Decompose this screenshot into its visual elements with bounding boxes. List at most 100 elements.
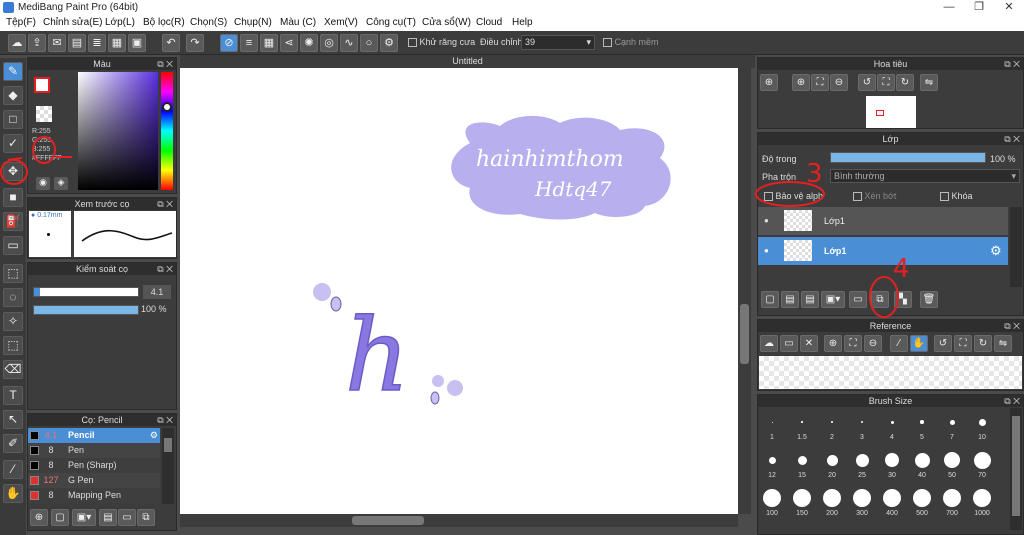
divide-tool-icon[interactable]: ✐ — [3, 434, 23, 453]
page-icon[interactable]: ▣ — [128, 34, 146, 52]
menu-view[interactable]: Xem(V) — [324, 17, 358, 28]
bucket-tool-icon[interactable]: ⛽ — [3, 212, 23, 231]
cloud-icon[interactable]: ☁ — [760, 335, 778, 352]
menu-tools[interactable]: Công cụ(T) — [366, 17, 416, 28]
hue-slider[interactable] — [161, 72, 173, 190]
brush-size-dot[interactable] — [973, 451, 991, 469]
gear-icon[interactable]: ⚙ — [150, 428, 158, 443]
new-layer-icon[interactable]: ▢ — [761, 291, 779, 308]
blend-mode-dropdown[interactable]: Bình thường ▾ — [830, 169, 1020, 183]
rotate-right-icon[interactable]: ↻ — [974, 335, 992, 352]
parallel-snap-icon[interactable]: ≡ — [240, 34, 258, 52]
list-icon[interactable]: ≣ — [88, 34, 106, 52]
brush-size-dot[interactable] — [949, 419, 955, 425]
rotate-left-icon[interactable]: ↺ — [934, 335, 952, 352]
brush-item-pencil[interactable]: 4.1 Pencil ⚙ — [28, 428, 160, 443]
brush-tool-icon[interactable]: ✎ — [3, 62, 23, 81]
grid-doc-icon[interactable]: ▦ — [108, 34, 126, 52]
brush-opacity-slider[interactable] — [33, 305, 139, 315]
new-brush-icon[interactable]: ▢ — [51, 509, 69, 526]
menu-file[interactable]: Tệp(F) — [6, 17, 36, 28]
reference-image-area[interactable] — [759, 356, 1022, 389]
reset-icon[interactable]: ⛶ — [954, 335, 972, 352]
fit-icon[interactable]: ⛶ — [844, 335, 862, 352]
minimize-button[interactable]: — — [934, 0, 964, 15]
brush-size-dot[interactable] — [860, 420, 864, 424]
layer-row[interactable]: ● Lớp1 — [758, 207, 1008, 235]
cloud-icon[interactable]: ☁ — [8, 34, 26, 52]
color-saturation-picker[interactable] — [78, 72, 158, 190]
folder-icon[interactable]: ▭ — [118, 509, 136, 526]
duplicate-layer-icon[interactable]: ⧉ — [871, 291, 889, 308]
navigator-thumbnail[interactable] — [866, 96, 916, 128]
brush-size-slider[interactable] — [33, 287, 139, 297]
lock-checkbox[interactable] — [940, 192, 949, 202]
brush-size-dot[interactable] — [797, 455, 807, 465]
brush-size-dot[interactable] — [768, 456, 776, 464]
brush-item-mapping-pen[interactable]: 8 Mapping Pen — [28, 488, 160, 503]
zoom-in-icon[interactable]: ⊕ — [760, 74, 778, 91]
color-settings-icon[interactable]: ◈ — [54, 177, 68, 190]
brush-size-dot[interactable] — [920, 420, 924, 424]
canvas-horizontal-scrollbar[interactable] — [180, 514, 738, 527]
zoom-in-icon[interactable]: ⊕ — [792, 74, 810, 91]
menu-window[interactable]: Cửa sổ(W) — [422, 17, 471, 28]
brush-item-pen[interactable]: 8 Pen — [28, 443, 160, 458]
brush-size-dot[interactable] — [853, 489, 871, 507]
redo-icon[interactable]: ↷ — [186, 34, 204, 52]
menu-layer[interactable]: Lớp(L) — [105, 17, 135, 28]
brush-size-dot[interactable] — [943, 489, 961, 507]
folder-icon[interactable]: ▭ — [849, 291, 867, 308]
brush-list-scrollbar[interactable] — [162, 428, 174, 504]
text-tool-icon[interactable]: T — [3, 386, 23, 405]
visibility-icon[interactable]: ● — [764, 246, 769, 255]
select-pen-icon[interactable]: ⬚ — [3, 336, 23, 355]
zoom-out-icon[interactable]: ⊖ — [830, 74, 848, 91]
fill-rect-icon[interactable]: ■ — [3, 188, 23, 207]
zoom-in-icon[interactable]: ⊕ — [824, 335, 842, 352]
layer-scrollbar[interactable] — [1010, 207, 1022, 287]
add-layer-menu-icon[interactable]: ▣▾ — [821, 291, 845, 308]
trash-icon[interactable]: 🗑 — [920, 291, 938, 308]
hand-tool-icon[interactable]: ✋ — [3, 484, 23, 503]
gear-icon[interactable]: ⚙ — [380, 34, 398, 52]
open-folder-icon[interactable]: ▭ — [780, 335, 798, 352]
hue-handle[interactable] — [162, 102, 172, 112]
brush-size-dot[interactable] — [944, 452, 960, 468]
operation-tool-icon[interactable]: ↖ — [3, 410, 23, 429]
eyedropper-icon[interactable]: ⁄ — [890, 335, 908, 352]
brush-size-dot[interactable] — [826, 454, 838, 466]
eraser-tool-icon[interactable]: ◆ — [3, 86, 23, 105]
duplicate-icon[interactable]: ⧉ — [137, 509, 155, 526]
select-rect-icon[interactable]: ⬚ — [3, 264, 23, 283]
close-button[interactable]: ✕ — [994, 0, 1024, 15]
no-snap-icon[interactable]: ⊘ — [220, 34, 238, 52]
navigator-viewport[interactable] — [876, 110, 884, 116]
brush-size-dot[interactable] — [771, 421, 773, 423]
protect-alpha-checkbox[interactable] — [764, 192, 773, 202]
share-icon[interactable]: ⇪ — [28, 34, 46, 52]
perspective-icon[interactable]: ⋖ — [280, 34, 298, 52]
menu-cloud[interactable]: Cloud — [476, 17, 502, 28]
dot-tool-icon[interactable]: ✓ — [3, 134, 23, 153]
magic-wand-icon[interactable]: ✧ — [3, 312, 23, 331]
transparent-swatch[interactable] — [36, 106, 52, 122]
brush-doc-icon[interactable]: ▤ — [99, 509, 117, 526]
hand-icon[interactable]: ✋ — [910, 335, 928, 352]
flip-icon[interactable]: ⇋ — [920, 74, 938, 91]
fit-icon[interactable]: ⛶ — [811, 74, 829, 91]
curve-icon[interactable]: ∿ — [340, 34, 358, 52]
brush-size-dot[interactable] — [801, 421, 803, 423]
rotate-left-icon[interactable]: ↺ — [858, 74, 876, 91]
brush-size-scrollbar[interactable] — [1010, 408, 1022, 530]
brush-size-value[interactable]: 4.1 — [143, 285, 171, 299]
visibility-icon[interactable]: ● — [764, 216, 769, 225]
new-layer-icon[interactable]: ▤ — [781, 291, 799, 308]
antialias-checkbox[interactable] — [408, 38, 417, 48]
brush-item-g-pen[interactable]: 127 G Pen — [28, 473, 160, 488]
reset-icon[interactable]: ⛶ — [877, 74, 895, 91]
brush-size-dot[interactable] — [831, 421, 833, 423]
brush-size-dot[interactable] — [973, 489, 991, 507]
sharp-edge-checkbox[interactable] — [603, 38, 612, 48]
new-layer-icon[interactable]: ▤ — [801, 291, 819, 308]
